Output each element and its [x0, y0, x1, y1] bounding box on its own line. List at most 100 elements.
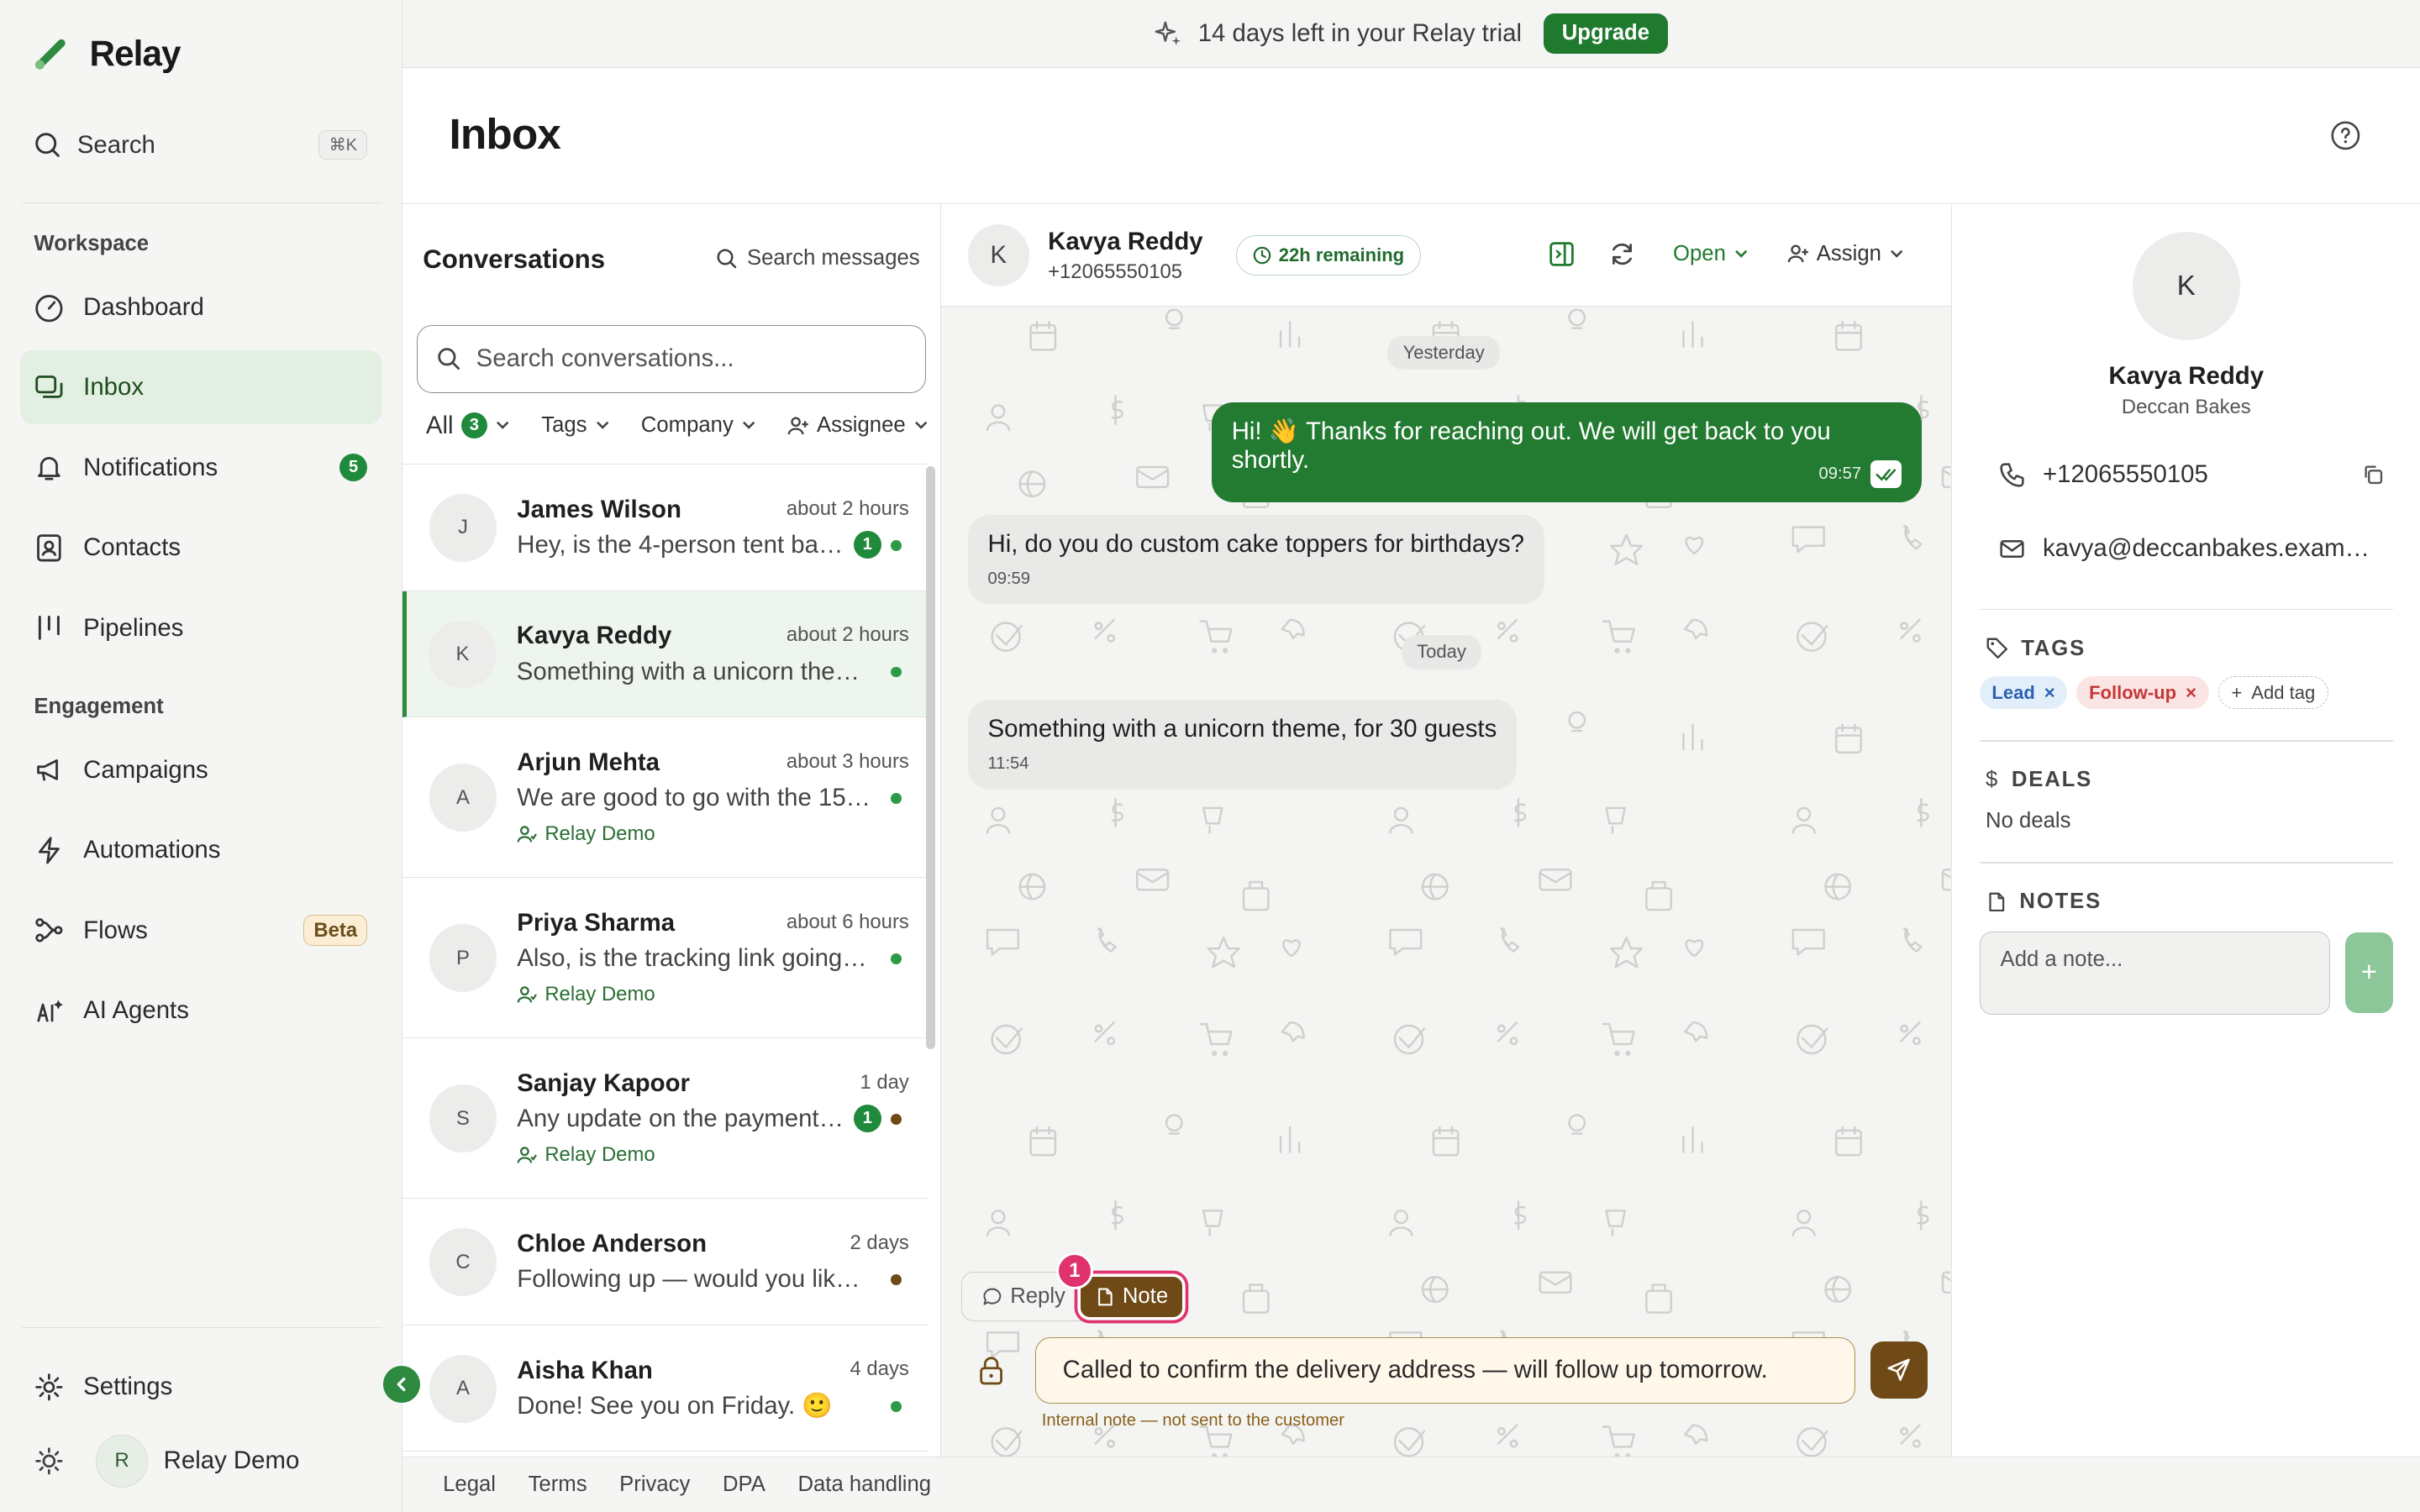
filter-all-count: 3 — [460, 412, 487, 439]
inbox-icon — [35, 375, 63, 398]
refresh-icon[interactable] — [1608, 240, 1636, 268]
sidebar-item-ai-agents[interactable]: AI Agents — [20, 974, 381, 1047]
search-messages-button[interactable]: Search messages — [716, 246, 920, 270]
conversations-title: Conversations — [423, 244, 606, 275]
sidebar-item-settings[interactable]: Settings — [20, 1350, 381, 1424]
search-icon — [717, 249, 737, 268]
tag-chip[interactable]: Lead × — [1979, 676, 2068, 710]
notes-title: NOTES — [2019, 889, 2102, 913]
tag-label: Lead — [1991, 681, 2035, 703]
conversation-item[interactable]: S Sanjay Kapoor 1 day Any update on the … — [402, 1038, 928, 1200]
contact-phone: +12065550105 — [2042, 460, 2208, 489]
add-tag-button[interactable]: + Add tag — [2217, 676, 2328, 710]
sparkles-icon — [1155, 21, 1181, 46]
conversation-name: Arjun Mehta — [517, 748, 660, 776]
add-note-button[interactable]: + — [2344, 932, 2393, 1013]
footer-link-data-handling[interactable]: Data handling — [797, 1473, 931, 1497]
conversation-item[interactable]: C Chloe Anderson 2 days Following up — w… — [402, 1199, 928, 1326]
remove-tag-icon[interactable]: × — [2186, 682, 2196, 704]
contacts-icon — [37, 533, 61, 562]
remove-tag-icon[interactable]: × — [2044, 682, 2055, 704]
sidebar-item-label: AI Agents — [83, 996, 189, 1025]
sidebar-item-pipelines[interactable]: Pipelines — [20, 591, 381, 664]
user-icon — [517, 986, 538, 1003]
conversation-assignee: Relay Demo — [517, 1143, 655, 1167]
conversation-search[interactable] — [416, 324, 926, 393]
filter-tags-label: Tags — [541, 413, 587, 438]
session-remaining-badge: 22h remaining — [1236, 235, 1421, 276]
conversation-item[interactable]: A Aisha Khan 4 days Done! See you on Fri… — [402, 1325, 928, 1452]
conversation-name: James Wilson — [517, 495, 681, 523]
filter-all[interactable]: All 3 — [426, 412, 511, 440]
conversation-item[interactable]: J James Wilson about 2 hours Hey, is the… — [402, 465, 928, 591]
message-time: 09:59 — [987, 569, 1031, 588]
search-shortcut: ⌘K — [318, 130, 368, 160]
conversation-time: about 2 hours — [786, 623, 909, 647]
unread-count-badge: 1 — [853, 530, 881, 559]
conversation-time: about 6 hours — [786, 910, 909, 933]
sidebar-search[interactable]: Search ⌘K — [34, 123, 368, 166]
tags-title: TAGS — [2021, 636, 2086, 660]
lightning-icon — [39, 836, 60, 864]
conversation-item[interactable]: P Priya Sharma about 6 hours Also, is th… — [402, 878, 928, 1039]
filter-company[interactable]: Company — [641, 413, 757, 438]
chevron-down-icon — [1891, 249, 1903, 258]
sidebar-item-contacts[interactable]: Contacts — [20, 511, 381, 585]
footer-link-terms[interactable]: Terms — [529, 1473, 587, 1497]
online-status-dot — [890, 953, 902, 965]
sidebar-item-automations[interactable]: Automations — [20, 813, 381, 887]
internal-note-hint: Internal note — not sent to the customer — [1041, 1410, 1344, 1430]
conversation-name: Sanjay Kapoor — [517, 1068, 690, 1097]
trial-text: 14 days left in your Relay trial — [1197, 18, 1523, 47]
conversation-item[interactable]: K Kavya Reddy about 2 hours Something wi… — [402, 591, 928, 718]
filter-tags[interactable]: Tags — [541, 413, 610, 438]
upgrade-button[interactable]: Upgrade — [1543, 13, 1669, 54]
toggle-panel-icon[interactable] — [1548, 240, 1576, 268]
conversation-name: Priya Sharma — [517, 908, 676, 937]
user-menu[interactable]: R Relay Demo — [34, 1435, 299, 1488]
message-text: Something with a unicorn theme, for 30 g… — [987, 715, 1497, 743]
sidebar-item-inbox[interactable]: Inbox — [19, 349, 381, 425]
sidebar-item-campaigns[interactable]: Campaigns — [20, 732, 381, 806]
tag-label: Follow-up — [2089, 681, 2177, 703]
help-icon[interactable] — [2330, 120, 2361, 151]
date-separator: Today — [1401, 634, 1482, 669]
sun-icon[interactable] — [34, 1446, 65, 1477]
chat-panel: K Kavya Reddy +12065550105 22h remaining… — [941, 203, 1951, 1457]
note-tab[interactable]: 1 Note — [1055, 1252, 1182, 1317]
message-thread: Yesterday Hi! 👋 Thanks for reaching out.… — [941, 306, 1951, 1457]
clock-icon — [1253, 246, 1270, 265]
chevron-down-icon — [1735, 249, 1748, 258]
contact-email-row: kavya@deccanbakes.example.com — [1998, 534, 2384, 563]
add-note-input[interactable]: Add a note... — [1979, 931, 2330, 1015]
assign-dropdown[interactable]: Assign — [1787, 242, 1905, 266]
sidebar-item-notifications[interactable]: Notifications 5 — [20, 430, 381, 504]
send-button[interactable] — [1870, 1341, 1928, 1399]
message-text: Hi! 👋 Thanks for reaching out. We will g… — [1231, 417, 1831, 474]
copy-icon[interactable] — [2362, 464, 2384, 486]
conversation-preview: Something with a unicorn theme, for 30 g… — [516, 657, 872, 685]
conversation-list-scrollbar[interactable] — [926, 465, 936, 1049]
brand[interactable]: Relay — [34, 34, 182, 74]
conversation-item[interactable]: A Arjun Mehta about 3 hours We are good … — [402, 717, 928, 879]
filter-assignee[interactable]: Assignee — [787, 413, 929, 438]
collapse-sidebar-button[interactable] — [382, 1365, 420, 1403]
footer-link-privacy[interactable]: Privacy — [619, 1473, 690, 1497]
conversation-preview: Done! See you on Friday. 🙂 — [517, 1391, 833, 1420]
conversation-preview: Any update on the payment confirmation? — [517, 1105, 849, 1133]
note-input[interactable]: Called to confirm the delivery address —… — [1035, 1336, 1855, 1404]
status-label: Open — [1673, 241, 1726, 265]
footer-link-dpa[interactable]: DPA — [723, 1473, 765, 1497]
reply-tab[interactable]: Reply — [962, 1284, 1081, 1309]
tags-section-title: TAGS — [1986, 637, 2086, 661]
tag-chip[interactable]: Follow-up × — [2076, 676, 2209, 710]
search-conversations-input[interactable] — [476, 344, 893, 374]
step-marker-badge: 1 — [1055, 1252, 1093, 1289]
add-tag-label: Add tag — [2251, 681, 2316, 703]
footer-link-legal[interactable]: Legal — [443, 1473, 496, 1497]
status-dropdown[interactable]: Open — [1673, 242, 1749, 266]
sidebar-item-flows[interactable]: Flows Beta — [20, 893, 381, 967]
sidebar-item-dashboard[interactable]: Dashboard — [20, 270, 381, 344]
filter-assignee-label: Assignee — [816, 413, 906, 438]
contact-email[interactable]: kavya@deccanbakes.example.com — [2043, 534, 2379, 563]
